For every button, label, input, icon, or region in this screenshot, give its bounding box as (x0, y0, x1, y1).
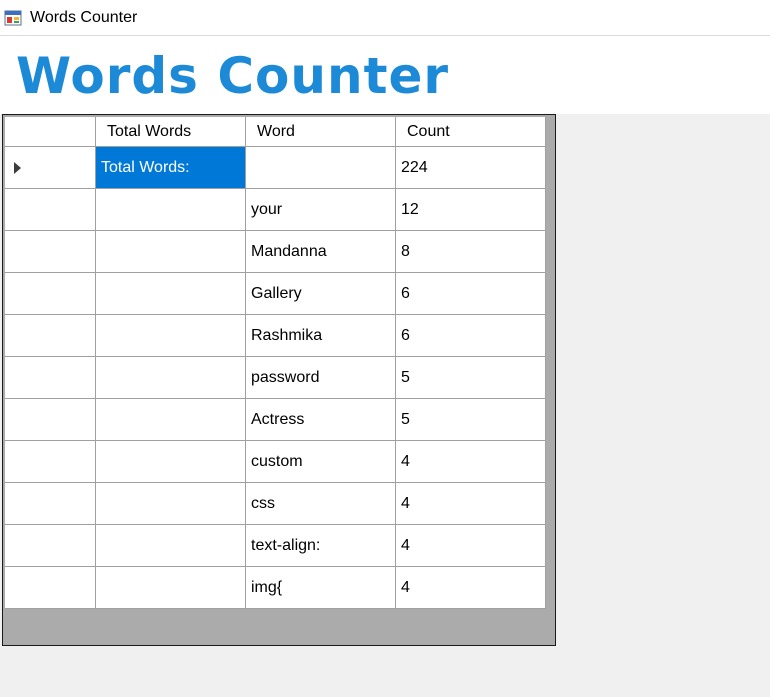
count-cell[interactable]: 5 (396, 357, 546, 399)
total-words-cell[interactable] (96, 567, 246, 609)
count-cell[interactable]: 4 (396, 441, 546, 483)
count-cell[interactable]: 4 (396, 567, 546, 609)
word-cell[interactable]: Gallery (246, 273, 396, 315)
row-header[interactable] (5, 525, 96, 567)
count-cell[interactable]: 224 (396, 147, 546, 189)
count-cell[interactable]: 6 (396, 315, 546, 357)
words-data-grid[interactable]: Total Words Word Count Total Words: 224 … (2, 114, 556, 646)
grid-header-row: Total Words Word Count (5, 117, 546, 147)
table-row[interactable]: custom 4 (5, 441, 546, 483)
word-cell[interactable]: Mandanna (246, 231, 396, 273)
count-cell[interactable]: 4 (396, 525, 546, 567)
word-cell[interactable]: img{ (246, 567, 396, 609)
row-header[interactable] (5, 147, 96, 189)
column-header-word[interactable]: Word (246, 117, 396, 147)
row-header[interactable] (5, 315, 96, 357)
row-header[interactable] (5, 399, 96, 441)
window-title: Words Counter (30, 9, 138, 26)
total-words-cell[interactable] (96, 357, 246, 399)
column-header-count[interactable]: Count (396, 117, 546, 147)
table-row[interactable]: Gallery 6 (5, 273, 546, 315)
row-header[interactable] (5, 189, 96, 231)
table-row[interactable]: password 5 (5, 357, 546, 399)
word-cell[interactable]: Actress (246, 399, 396, 441)
row-header[interactable] (5, 231, 96, 273)
word-cell[interactable]: your (246, 189, 396, 231)
count-cell[interactable]: 4 (396, 483, 546, 525)
table-row[interactable]: css 4 (5, 483, 546, 525)
table-row[interactable]: img{ 4 (5, 567, 546, 609)
row-header-corner[interactable] (5, 117, 96, 147)
row-header[interactable] (5, 567, 96, 609)
table-row[interactable]: Total Words: 224 (5, 147, 546, 189)
table-row[interactable]: Rashmika 6 (5, 315, 546, 357)
app-icon[interactable] (4, 9, 22, 27)
count-cell[interactable]: 8 (396, 231, 546, 273)
total-words-cell[interactable] (96, 231, 246, 273)
total-words-cell[interactable] (96, 273, 246, 315)
count-cell[interactable]: 6 (396, 273, 546, 315)
count-cell[interactable]: 12 (396, 189, 546, 231)
total-words-cell[interactable]: Total Words: (96, 147, 246, 189)
header-panel: Words Counter (0, 36, 770, 114)
total-words-cell[interactable] (96, 399, 246, 441)
total-words-cell[interactable] (96, 525, 246, 567)
current-row-arrow-icon (14, 162, 21, 174)
total-words-cell[interactable] (96, 189, 246, 231)
column-header-total-words[interactable]: Total Words (96, 117, 246, 147)
grid-content: Total Words Word Count Total Words: 224 … (5, 117, 546, 609)
word-cell[interactable]: Rashmika (246, 315, 396, 357)
table-row[interactable]: your 12 (5, 189, 546, 231)
app-heading: Words Counter (16, 47, 450, 105)
row-header[interactable] (5, 273, 96, 315)
total-words-cell[interactable] (96, 483, 246, 525)
table-row[interactable]: text-align: 4 (5, 525, 546, 567)
word-cell[interactable]: text-align: (246, 525, 396, 567)
total-words-cell[interactable] (96, 441, 246, 483)
row-header[interactable] (5, 483, 96, 525)
row-header[interactable] (5, 441, 96, 483)
word-cell[interactable]: custom (246, 441, 396, 483)
row-header[interactable] (5, 357, 96, 399)
total-words-cell[interactable] (96, 315, 246, 357)
word-cell[interactable]: password (246, 357, 396, 399)
count-cell[interactable]: 5 (396, 399, 546, 441)
word-cell[interactable]: css (246, 483, 396, 525)
word-cell[interactable] (246, 147, 396, 189)
table-row[interactable]: Mandanna 8 (5, 231, 546, 273)
table-row[interactable]: Actress 5 (5, 399, 546, 441)
title-bar: Words Counter (0, 0, 770, 36)
